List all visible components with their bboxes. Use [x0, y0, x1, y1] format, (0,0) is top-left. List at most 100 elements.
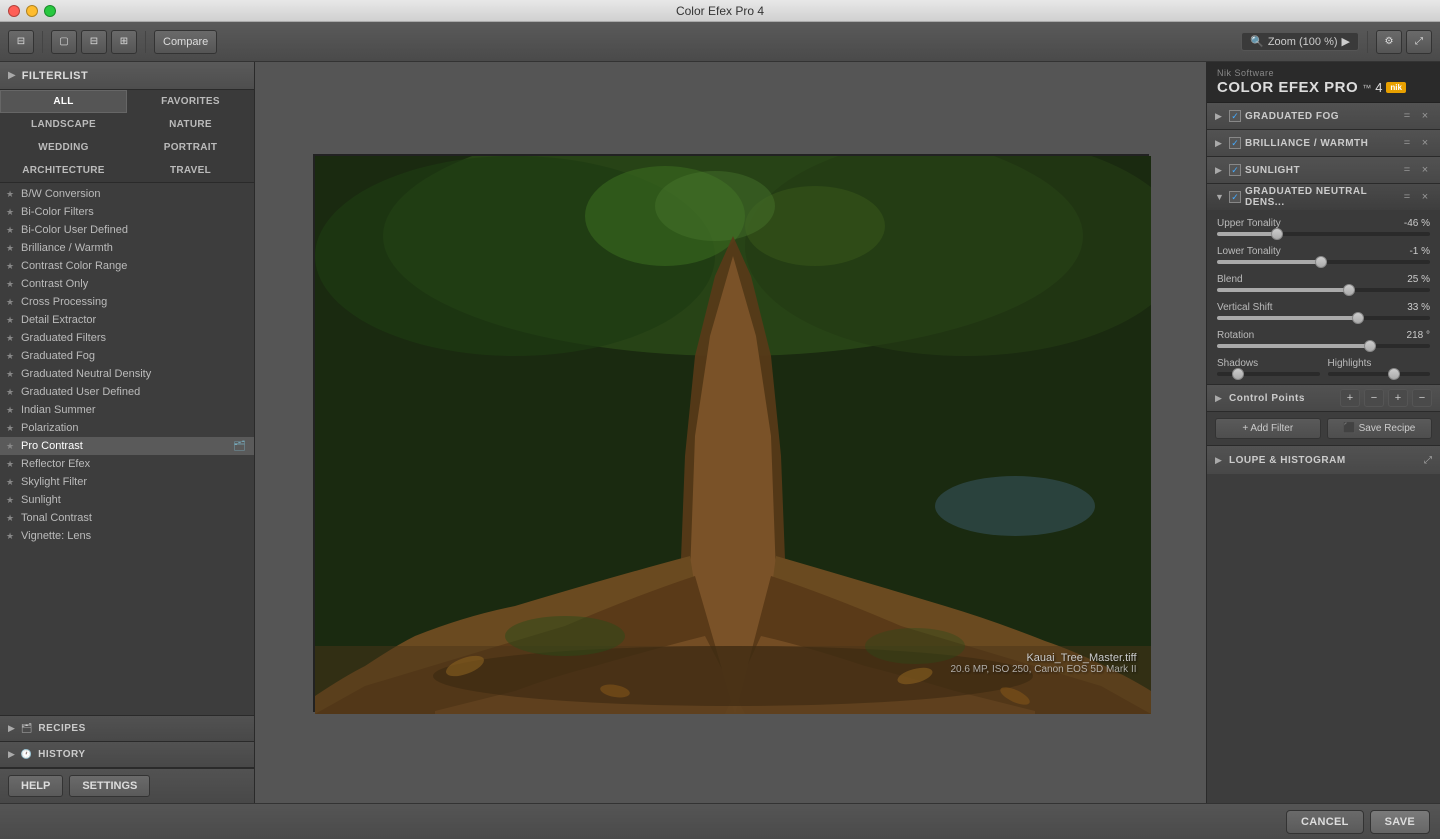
- filter-item-detail-extractor[interactable]: ★ Detail Extractor: [0, 311, 254, 329]
- rotation-thumb[interactable]: [1364, 340, 1376, 352]
- control-points-arrow-icon: ▶: [1215, 393, 1225, 404]
- image-caption: Kauai_Tree_Master.tiff 20.6 MP, ISO 250,…: [950, 652, 1136, 675]
- save-recipe-button[interactable]: ⬛ Save Recipe: [1327, 418, 1433, 439]
- graduated-neutral-close-icon[interactable]: ×: [1418, 191, 1432, 203]
- brilliance-warmth-header[interactable]: ▶ ✓ BRILLIANCE / WARMTH = ×: [1207, 130, 1440, 156]
- filter-star-icon: ★: [6, 261, 16, 272]
- category-tab-landscape[interactable]: LANDSCAPE: [0, 113, 127, 136]
- filter-item-graduated-fog[interactable]: ★ Graduated Fog: [0, 347, 254, 365]
- recipes-icon: 🗂: [21, 723, 32, 734]
- history-section-header[interactable]: ▶ 🕐 HISTORY: [0, 742, 254, 768]
- filterlist-title: FILTERLIST: [22, 70, 89, 82]
- filter-star-icon: ★: [6, 495, 16, 506]
- recipes-section-header[interactable]: ▶ 🗂 RECIPES: [0, 716, 254, 742]
- filter-item-vignette-lens[interactable]: ★ Vignette: Lens: [0, 527, 254, 545]
- filter-item-reflector[interactable]: ★ Reflector Efex: [0, 455, 254, 473]
- sidebar-toggle-button[interactable]: ⊟: [8, 30, 34, 54]
- category-tab-favorites[interactable]: FAVORITES: [127, 90, 254, 113]
- zoom-display[interactable]: 🔍 Zoom (100 %) ▶: [1241, 32, 1359, 51]
- control-points-add-plus[interactable]: +: [1340, 389, 1360, 407]
- rotation-track[interactable]: [1217, 344, 1430, 348]
- sunlight-checkbox[interactable]: ✓: [1229, 164, 1241, 176]
- blend-thumb[interactable]: [1343, 284, 1355, 296]
- filter-item-contrast-color[interactable]: ★ Contrast Color Range: [0, 257, 254, 275]
- category-tab-nature[interactable]: NATURE: [127, 113, 254, 136]
- minimize-button[interactable]: [26, 5, 38, 17]
- filter-item-label: Cross Processing: [21, 296, 246, 308]
- filter-item-pro-contrast[interactable]: ★ Pro Contrast 🗂: [0, 437, 254, 455]
- window-controls[interactable]: [8, 5, 56, 17]
- maximize-button[interactable]: [44, 5, 56, 17]
- category-tab-portrait[interactable]: PORTRAIT: [127, 136, 254, 159]
- blend-track[interactable]: [1217, 288, 1430, 292]
- control-points-remove-minus[interactable]: −: [1412, 389, 1432, 407]
- graduated-neutral-checkbox[interactable]: ✓: [1229, 191, 1241, 203]
- filter-item-cross-processing[interactable]: ★ Cross Processing: [0, 293, 254, 311]
- graduated-fog-checkbox[interactable]: ✓: [1229, 110, 1241, 122]
- graduated-fog-menu-icon[interactable]: =: [1400, 110, 1414, 122]
- graduated-neutral-section: ▼ ✓ GRADUATED NEUTRAL DENS... = × Upper …: [1207, 184, 1440, 385]
- filter-item-tonal-contrast[interactable]: ★ Tonal Contrast: [0, 509, 254, 527]
- add-filter-button[interactable]: + Add Filter: [1215, 418, 1321, 439]
- category-tab-travel[interactable]: TRAVEL: [127, 159, 254, 182]
- cancel-button[interactable]: CANCEL: [1286, 810, 1364, 834]
- upper-tonality-track[interactable]: [1217, 232, 1430, 236]
- brilliance-menu-icon[interactable]: =: [1400, 137, 1414, 149]
- graduated-fog-close-icon[interactable]: ×: [1418, 110, 1432, 122]
- shadows-thumb[interactable]: [1232, 368, 1244, 380]
- graduated-neutral-header[interactable]: ▼ ✓ GRADUATED NEUTRAL DENS... = ×: [1207, 184, 1440, 210]
- view-single-button[interactable]: ▢: [51, 30, 77, 54]
- filter-item-graduated-neutral[interactable]: ★ Graduated Neutral Density: [0, 365, 254, 383]
- filter-star-icon: ★: [6, 333, 16, 344]
- control-points-remove-plus[interactable]: +: [1388, 389, 1408, 407]
- help-button[interactable]: HELP: [8, 775, 63, 797]
- vertical-shift-slider-row: Vertical Shift 33 %: [1217, 302, 1430, 320]
- filter-item-contrast-only[interactable]: ★ Contrast Only: [0, 275, 254, 293]
- upper-tonality-thumb[interactable]: [1271, 228, 1283, 240]
- expand-button[interactable]: ⤢: [1406, 30, 1432, 54]
- filter-item-indian-summer[interactable]: ★ Indian Summer: [0, 401, 254, 419]
- settings-panel-button[interactable]: SETTINGS: [69, 775, 150, 797]
- filter-item-bicolor-filters[interactable]: ★ Bi-Color Filters: [0, 203, 254, 221]
- brilliance-checkbox[interactable]: ✓: [1229, 137, 1241, 149]
- lower-tonality-track[interactable]: [1217, 260, 1430, 264]
- vertical-shift-thumb[interactable]: [1352, 312, 1364, 324]
- sunlight-close-icon[interactable]: ×: [1418, 164, 1432, 176]
- loupe-histogram-section[interactable]: ▶ LOUPE & HISTOGRAM ⤢: [1207, 446, 1440, 474]
- highlights-slider[interactable]: [1328, 372, 1431, 376]
- vertical-shift-fill: [1217, 316, 1358, 320]
- filter-item-graduated-user[interactable]: ★ Graduated User Defined: [0, 383, 254, 401]
- view-split-v-button[interactable]: ⊞: [111, 30, 137, 54]
- loupe-expand-icon[interactable]: ⤢: [1424, 455, 1432, 466]
- lower-tonality-thumb[interactable]: [1315, 256, 1327, 268]
- filter-item-label: Contrast Color Range: [21, 260, 246, 272]
- settings-button[interactable]: ⚙: [1376, 30, 1402, 54]
- category-tab-all[interactable]: ALL: [0, 90, 127, 113]
- brilliance-close-icon[interactable]: ×: [1418, 137, 1432, 149]
- control-points-add-minus[interactable]: −: [1364, 389, 1384, 407]
- filter-item-sunlight[interactable]: ★ Sunlight: [0, 491, 254, 509]
- filter-item-skylight[interactable]: ★ Skylight Filter: [0, 473, 254, 491]
- filter-item-graduated-filters[interactable]: ★ Graduated Filters: [0, 329, 254, 347]
- sunlight-header[interactable]: ▶ ✓ SUNLIGHT = ×: [1207, 157, 1440, 183]
- close-button[interactable]: [8, 5, 20, 17]
- compare-button[interactable]: Compare: [154, 30, 217, 54]
- shadows-slider[interactable]: [1217, 372, 1320, 376]
- nik-brand: Nik Software: [1217, 68, 1430, 78]
- filter-item-bw-conversion[interactable]: ★ B/W Conversion: [0, 185, 254, 203]
- category-tab-wedding[interactable]: WEDDING: [0, 136, 127, 159]
- graduated-neutral-menu-icon[interactable]: =: [1400, 191, 1414, 203]
- body-area: ▶ FILTERLIST ALL FAVORITES LANDSCAPE NAT…: [0, 62, 1440, 803]
- view-split-h-button[interactable]: ⊟: [81, 30, 107, 54]
- filter-item-polarization[interactable]: ★ Polarization: [0, 419, 254, 437]
- highlights-thumb[interactable]: [1388, 368, 1400, 380]
- filter-item-brilliance[interactable]: ★ Brilliance / Warmth: [0, 239, 254, 257]
- filter-star-icon: ★: [6, 279, 16, 290]
- category-tab-architecture[interactable]: ARCHITECTURE: [0, 159, 127, 182]
- save-button[interactable]: SAVE: [1370, 810, 1430, 834]
- graduated-neutral-actions: = ×: [1400, 191, 1432, 203]
- graduated-fog-header[interactable]: ▶ ✓ GRADUATED FOG = ×: [1207, 103, 1440, 129]
- vertical-shift-track[interactable]: [1217, 316, 1430, 320]
- filter-item-bicolor-user[interactable]: ★ Bi-Color User Defined: [0, 221, 254, 239]
- sunlight-menu-icon[interactable]: =: [1400, 164, 1414, 176]
